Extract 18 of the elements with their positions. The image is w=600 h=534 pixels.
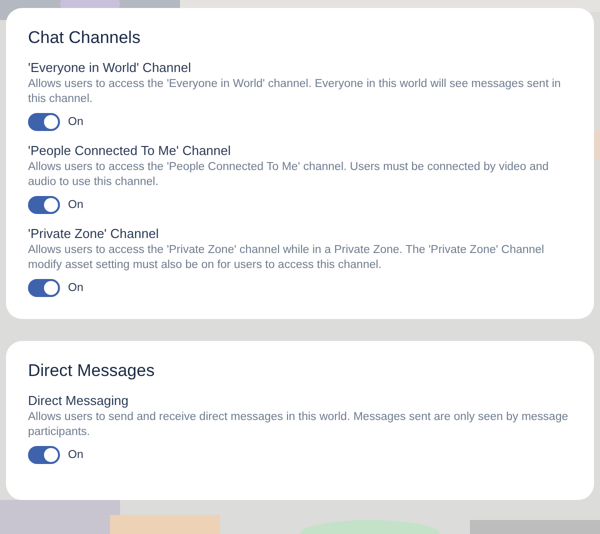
toggle-state-label: On <box>68 116 84 128</box>
setting-description: Allows users to access the 'Everyone in World' channel. Everyone in this world will see messages sent in this channel. <box>28 77 562 107</box>
toggle-state-label: On <box>68 449 84 461</box>
toggle-state-label: On <box>68 199 84 211</box>
toggle-switch[interactable] <box>28 196 60 214</box>
setting-label: 'Everyone in World' Channel <box>28 60 192 75</box>
setting-description: Allows users to access the 'People Connected To Me' channel. Users must be connected by video and audio to use this channel. <box>28 160 550 190</box>
toggle-switch[interactable] <box>28 446 60 464</box>
toggle-switch[interactable] <box>28 113 60 131</box>
setting-label: 'People Connected To Me' Channel <box>28 143 232 158</box>
setting-label: Direct Messaging <box>28 393 130 408</box>
toggle-switch[interactable] <box>28 279 60 297</box>
setting-description: Allows users to access the 'Private Zone' channel while in a Private Zone. The 'Private Zone' Channel modify asset setting must also be on for users to access this channel. <box>28 243 546 273</box>
setting-label: 'Private Zone' Channel <box>28 226 160 241</box>
section-title: Chat Channels <box>28 28 142 48</box>
section-title: Direct Messages <box>28 361 156 381</box>
setting-description: Allows users to send and receive direct messages in this world. Messages sent are only seen by message participants. <box>28 410 570 440</box>
toggle-state-label: On <box>68 282 84 294</box>
